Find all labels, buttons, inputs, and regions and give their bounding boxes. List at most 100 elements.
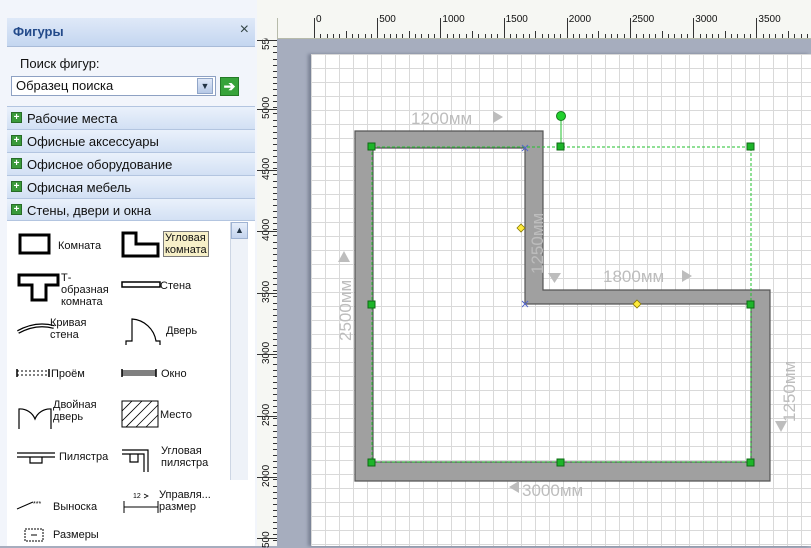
ruler-major-tick [257, 538, 277, 539]
shape-door[interactable]: Дверь [120, 311, 220, 345]
dimensions-icon [24, 528, 44, 542]
shape-room[interactable]: Комната [17, 231, 117, 265]
stencil-label: Офисная мебель [27, 180, 132, 195]
shape-t-room[interactable]: Т-образная комната [16, 271, 116, 308]
shape-pilaster[interactable]: Пилястра [15, 449, 115, 483]
ruler-tick [339, 34, 341, 38]
shape-controlled-dimension[interactable]: 12 Управля... размер [120, 489, 230, 523]
stencil-office-accessories[interactable]: + Офисные аксессуары [7, 129, 255, 152]
ruler-tick [686, 34, 688, 38]
shape-callout[interactable]: *** Выноска [15, 497, 115, 531]
ruler-tick [750, 34, 752, 38]
shape-corner-pilaster[interactable]: Угловая пилястра [120, 445, 230, 479]
scroll-up-icon[interactable]: ▲ [231, 222, 248, 239]
label-line: Управля... [159, 489, 211, 501]
expand-icon: + [11, 181, 22, 192]
dimension-right: 1250мм [780, 361, 799, 422]
controlled-dimension-icon: 12 [123, 493, 159, 513]
arrow-right-icon [682, 270, 692, 282]
ruler-major-tick [257, 231, 277, 232]
ruler-tick [630, 18, 631, 38]
ruler-major-tick [257, 293, 277, 294]
dimension-left: 2500мм [336, 280, 355, 341]
shape-curved-wall[interactable]: Кривая стена [16, 317, 116, 351]
ruler-tick [693, 18, 695, 38]
shape-opening[interactable]: Проём [15, 367, 115, 401]
stencil-scrollbar[interactable]: ▲ [230, 222, 248, 480]
arrow-left-icon [509, 481, 519, 493]
shapes-pane: Фигуры × Поиск фигур: Образец поиска ▼ ➔… [0, 0, 258, 546]
handle-bottom-right[interactable] [746, 458, 755, 467]
search-input[interactable]: Образец поиска ▼ [11, 76, 216, 96]
place-icon [121, 400, 159, 428]
shape-double-door[interactable]: Двойная дверь [15, 397, 115, 431]
chevron-down-icon[interactable]: ▼ [197, 78, 213, 94]
ruler-tick [364, 34, 366, 38]
corner-pilaster-icon [122, 449, 149, 472]
handle-middle-left[interactable] [367, 300, 376, 309]
corner-room-icon [121, 231, 160, 258]
expand-icon: + [11, 158, 22, 169]
t-room-icon [17, 273, 60, 302]
ruler-tick [560, 34, 562, 38]
label-line: Двойная [53, 399, 97, 411]
ruler-tick [648, 34, 650, 38]
room-wall-shape[interactable] [354, 130, 771, 482]
shape-dimensions[interactable]: Размеры [23, 527, 123, 546]
label-line: комната [61, 296, 103, 308]
stencil-office-equipment[interactable]: + Офисное оборудование [7, 152, 255, 175]
opening-icon [16, 369, 50, 377]
ruler-tick [440, 18, 442, 38]
handle-top-left[interactable] [367, 142, 376, 151]
ruler-tick [806, 34, 808, 38]
ruler-label: 2000 [261, 464, 272, 487]
ruler-tick [434, 34, 436, 38]
handle-top-middle[interactable] [556, 142, 565, 151]
handle-bottom-middle[interactable] [556, 458, 565, 467]
drawing-page[interactable]: 1200мм 1250мм 1800мм 2500мм 1250мм 3000м… [311, 54, 811, 546]
stencil-label: Офисное оборудование [27, 157, 173, 172]
handle-bottom-left[interactable] [367, 458, 376, 467]
stencil-shapes-area: Комната Угловая комната Т-образная комна… [7, 220, 255, 546]
shape-door-label: Дверь [166, 325, 198, 337]
shape-wall[interactable]: Стена [120, 279, 220, 313]
shape-curved-wall-label: Кривая стена [50, 317, 86, 341]
ruler-label: 0 [316, 14, 322, 25]
close-icon[interactable]: × [240, 21, 249, 39]
handle-top-right[interactable] [746, 142, 755, 151]
expand-icon: + [11, 135, 22, 146]
ruler-tick [402, 34, 404, 38]
shape-callout-label: Выноска [53, 501, 98, 513]
shape-window[interactable]: Окно [120, 367, 220, 401]
stencil-walls-doors-windows[interactable]: + Стены, двери и окна [7, 198, 255, 221]
ruler-tick [516, 34, 518, 38]
ruler-tick [731, 34, 733, 38]
label-line: пилястра [161, 457, 209, 469]
control-handle[interactable] [516, 223, 526, 233]
search-go-button[interactable]: ➔ [220, 77, 239, 96]
ruler-label: 5000 [261, 96, 272, 119]
door-icon [125, 318, 161, 345]
ruler-tick [712, 34, 714, 38]
callout-mark: *** [33, 501, 41, 508]
rotation-handle[interactable] [556, 111, 566, 121]
ruler-tick [478, 34, 480, 38]
ruler-tick [377, 18, 379, 38]
stencil-office-furniture[interactable]: + Офисная мебель [7, 175, 255, 198]
ruler-tick [522, 34, 524, 38]
ruler-tick [661, 31, 663, 38]
label-line: стена [50, 329, 79, 341]
handle-middle-right[interactable] [746, 300, 755, 309]
ruler-label: 4000 [261, 218, 272, 241]
ruler-major-tick [257, 416, 277, 417]
stencil-workplaces[interactable]: + Рабочие места [7, 106, 255, 129]
expand-icon: + [11, 112, 22, 123]
shape-corner-room[interactable]: Угловая комната [120, 229, 230, 263]
shape-place[interactable]: Место [120, 399, 220, 433]
shape-window-label: Окно [161, 368, 187, 380]
ruler-tick [465, 34, 467, 38]
shape-room-label: Комната [58, 240, 102, 252]
arrow-right-icon [493, 111, 503, 123]
search-label: Поиск фигур: [20, 56, 100, 71]
wall-icon [121, 281, 161, 288]
